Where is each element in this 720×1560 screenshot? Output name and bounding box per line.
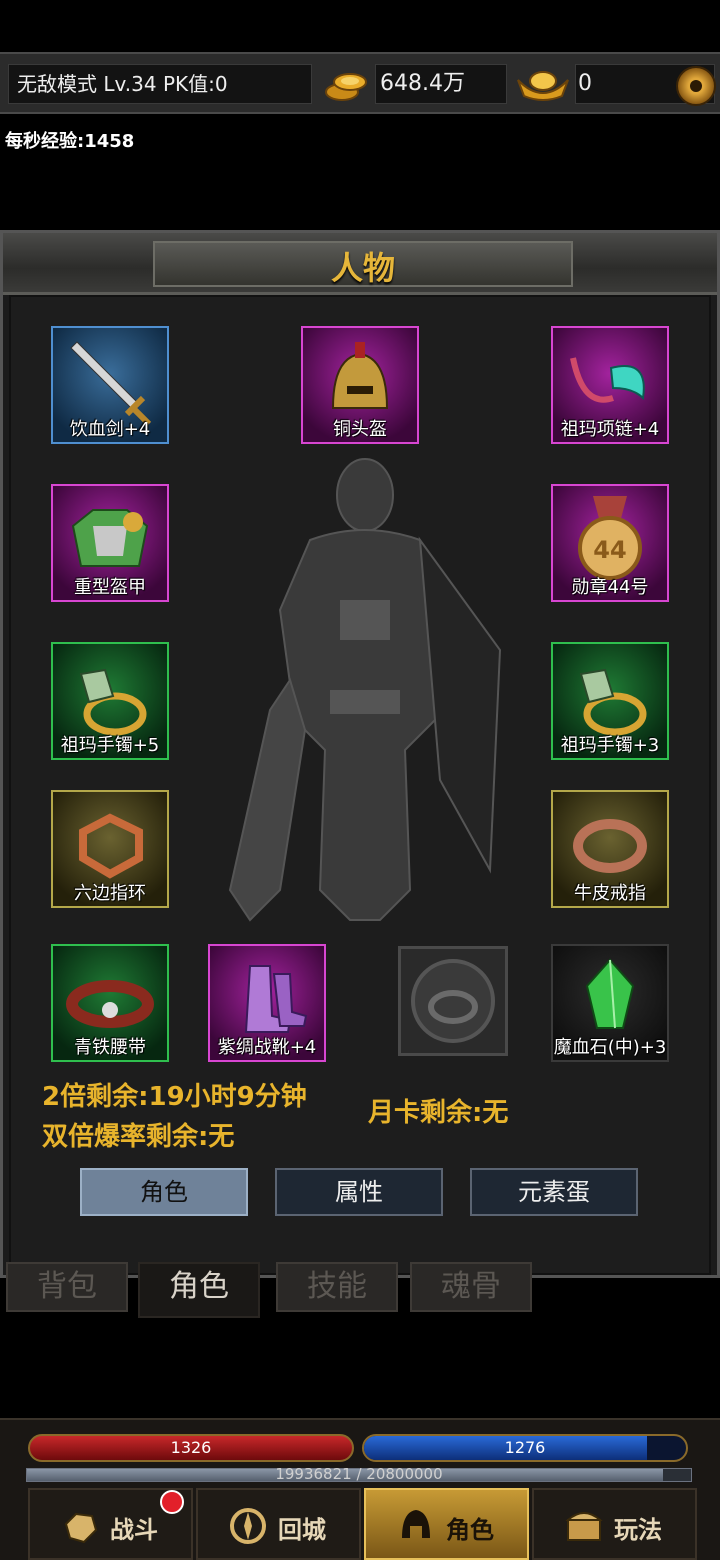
double-exp-remaining: 2倍剩余:19小时9分钟: [42, 1082, 307, 1112]
equip-label: 青铁腰带: [74, 1037, 146, 1058]
gold-ingot-icon: [517, 71, 569, 101]
equip-label: 铜头盔: [333, 419, 387, 440]
equip-label: 饮血剑+4: [69, 419, 151, 440]
top-status-bar: 无敌模式 Lv.34 PK值:0 648.4万 0: [0, 52, 720, 114]
exp-bar: 19936821 / 20800000: [26, 1465, 692, 1483]
helmet-icon: [402, 1510, 430, 1538]
nav-gameplay[interactable]: 玩法: [532, 1488, 697, 1560]
equip-label: 祖玛手镯+5: [60, 735, 160, 756]
nav-return-city[interactable]: 回城: [196, 1488, 361, 1560]
hp-value: 1326: [170, 1438, 212, 1457]
equip-label: 魔血石(中)+3: [553, 1037, 667, 1058]
gold-amount: 648.4万: [375, 64, 507, 104]
equip-slot-boots[interactable]: 紫绸战靴+4: [208, 944, 326, 1062]
equip-slot-ring-right[interactable]: 牛皮戒指: [551, 790, 669, 908]
treasure-chest-icon: [565, 1512, 603, 1541]
mp-value: 1276: [504, 1438, 546, 1457]
equip-label: 重型盔甲: [74, 577, 146, 598]
hp-bar: 1326: [28, 1434, 354, 1462]
equip-label: 祖玛手镯+3: [560, 735, 660, 756]
portal-icon: [230, 1508, 266, 1544]
double-drop-remaining: 双倍爆率剩余:无: [42, 1122, 235, 1152]
tab-bag[interactable]: 背包: [6, 1262, 128, 1312]
tab-skills[interactable]: 技能: [276, 1262, 398, 1312]
equip-slot-ring-left[interactable]: 六边指环: [51, 790, 169, 908]
gold-coin-icon: [325, 73, 367, 101]
exp-per-second: 每秒经验:1458: [5, 131, 135, 152]
equip-label: 祖玛项链+4: [560, 419, 660, 440]
tab-soul-bone[interactable]: 魂骨: [410, 1262, 532, 1312]
month-card-remaining: 月卡剩余:无: [368, 1098, 509, 1128]
equip-slot-belt[interactable]: 青铁腰带: [51, 944, 169, 1062]
equip-slot-medal[interactable]: 44 勋章44号: [551, 484, 669, 602]
character-model: [228, 458, 502, 922]
equip-label: 牛皮戒指: [574, 883, 646, 904]
mp-bar: 1276: [362, 1434, 688, 1462]
equip-slot-gem[interactable]: 魔血石(中)+3: [551, 944, 669, 1062]
nav-label: 回城: [278, 1516, 326, 1544]
exp-value: 19936821 / 20800000: [275, 1465, 443, 1483]
mode-level-pk: 无敌模式 Lv.34 PK值:0: [8, 64, 312, 104]
settings-gear-icon[interactable]: [676, 66, 716, 106]
notification-dot: [160, 1490, 184, 1514]
nav-character[interactable]: 角色: [364, 1488, 529, 1560]
equip-slot-armor[interactable]: 重型盔甲: [51, 484, 169, 602]
tab-role[interactable]: 角色: [138, 1262, 260, 1318]
equip-slot-helmet[interactable]: 铜头盔: [301, 326, 419, 444]
tab-character[interactable]: 角色: [80, 1168, 248, 1216]
equip-label: 六边指环: [74, 883, 146, 904]
tab-attributes[interactable]: 属性: [275, 1168, 443, 1216]
nav-label: 玩法: [614, 1516, 662, 1544]
panel-title: 人物: [330, 249, 395, 287]
tab-element-egg[interactable]: 元素蛋: [470, 1168, 638, 1216]
nav-label: 战斗: [110, 1516, 158, 1544]
fist-icon: [64, 1512, 98, 1544]
equip-slot-empty[interactable]: [398, 946, 508, 1056]
nav-label: 角色: [446, 1516, 494, 1544]
svg-text:44: 44: [593, 536, 626, 564]
empty-ring-placeholder-icon: [411, 959, 495, 1043]
equip-slot-necklace[interactable]: 祖玛项链+4: [551, 326, 669, 444]
equip-slot-bracelet-left[interactable]: 祖玛手镯+5: [51, 642, 169, 760]
equip-label: 勋章44号: [571, 577, 649, 598]
equip-slot-bracelet-right[interactable]: 祖玛手镯+3: [551, 642, 669, 760]
equip-label: 紫绸战靴+4: [217, 1037, 317, 1058]
equip-slot-weapon[interactable]: 饮血剑+4: [51, 326, 169, 444]
